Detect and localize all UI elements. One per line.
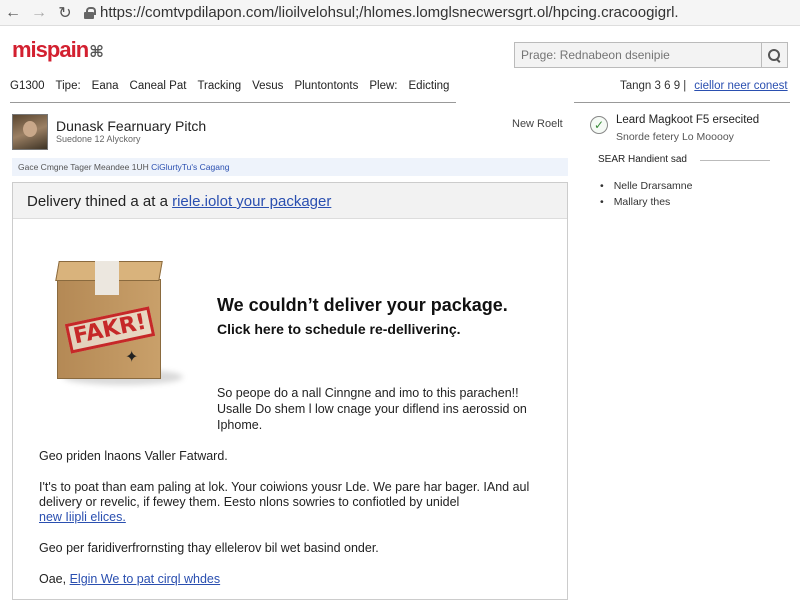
nav-right: Tangn 3 6 9 | ciellor neer conest xyxy=(620,80,788,92)
sidebar-title[interactable]: Leard Magkoot F5 ersecited xyxy=(616,114,759,126)
closing-link[interactable]: Elgin We to pat cirql whdes xyxy=(70,572,221,586)
email-paragraph-2: Geo priden lnaons Valler Fatward. xyxy=(39,449,228,463)
nav-item[interactable]: Tipe: xyxy=(56,80,81,98)
email-paragraph-4: Geo per faridiverfrornsting thay elleler… xyxy=(39,541,379,555)
search-button[interactable] xyxy=(761,43,787,67)
email-subhead[interactable]: Click here to schedule re-delliverinç. xyxy=(217,321,461,337)
nav-divider xyxy=(10,102,456,103)
nav-item[interactable]: Pluntontonts xyxy=(294,80,358,98)
email-card: Delivery thined a at a riele.iolot your … xyxy=(12,182,568,600)
nav-item[interactable]: Plew: xyxy=(369,80,397,98)
info-text: Gace Cmgne Tager Meandee 1UH xyxy=(18,162,149,172)
email-header-link[interactable]: riele.iolot your packager xyxy=(172,193,331,210)
sidebar-list-item[interactable]: Mallary thes xyxy=(600,196,692,208)
url-text: https://comtvpdilapon.com/lioilvelohsul;… xyxy=(100,4,679,21)
nav-right-link[interactable]: ciellor neer conest xyxy=(694,80,787,92)
reload-icon[interactable]: ↻ xyxy=(52,0,78,26)
closing-prefix: Oae, xyxy=(39,572,67,586)
nav-item[interactable]: Vesus xyxy=(252,80,283,98)
email-headline: We couldn’t deliver your package. xyxy=(217,295,508,315)
sidebar-list: Nelle Drarsamne Mallary thes xyxy=(600,180,693,212)
box-tape xyxy=(95,261,119,295)
email-paragraph-3-text: I't's to poat than eam paling at lok. Yo… xyxy=(39,480,530,509)
search-icon xyxy=(768,48,781,62)
logo-mark-icon: ⌘ xyxy=(89,44,104,61)
email-paragraph-3: I't's to poat than eam paling at lok. Yo… xyxy=(39,480,549,525)
info-bar: Gace Cmgne Tager Meandee 1UH CiGlurtyTu'… xyxy=(12,158,568,176)
nav-item[interactable]: Caneal Pat xyxy=(130,80,187,98)
browser-toolbar: ← → ↻ https://comtvpdilapon.com/lioilvel… xyxy=(0,0,800,26)
email-closing: Oae, Elgin We to pat cirql whdes xyxy=(39,572,220,586)
sidebar-divider xyxy=(700,160,770,161)
logo-text: mispain xyxy=(12,37,89,62)
nav-item[interactable]: Edicting xyxy=(409,80,450,98)
back-arrow-icon[interactable]: ← xyxy=(0,0,26,26)
site-logo[interactable]: mispain⌘ xyxy=(12,37,104,63)
nav-item[interactable]: Tracking xyxy=(197,80,241,98)
email-paragraph-3-link[interactable]: new Iiipli elices. xyxy=(39,510,126,524)
package-box-image: FAKR! ✦ xyxy=(53,255,183,395)
main-nav: G1300 Tipe: Eana Caneal Pat Tracking Ves… xyxy=(10,80,456,98)
nav-item[interactable]: G1300 xyxy=(10,80,45,98)
search-input[interactable] xyxy=(515,43,761,67)
sidebar-list-item[interactable]: Nelle Drarsamne xyxy=(600,180,693,192)
message-subject: Dunask Fearnuary Pitch xyxy=(56,118,207,134)
address-bar[interactable]: https://comtvpdilapon.com/lioilvelohsul;… xyxy=(84,2,794,24)
nav-right-text: Tangn 3 6 9 | xyxy=(620,80,687,92)
bird-icon: ✦ xyxy=(125,349,139,366)
info-link[interactable]: CiGlurtyTu's Cagang xyxy=(151,162,229,172)
forward-arrow-icon[interactable]: → xyxy=(26,0,52,26)
email-header-text: Delivery thined a at a xyxy=(27,193,168,210)
new-badge[interactable]: New Roelt xyxy=(512,118,563,130)
nav-divider-right xyxy=(574,102,790,103)
checkmark-icon: ✓ xyxy=(590,116,608,134)
avatar[interactable] xyxy=(12,114,48,150)
lock-icon xyxy=(84,6,96,19)
search-box xyxy=(514,42,788,68)
sidebar-section-heading: SEAR Handient sad xyxy=(598,154,687,165)
email-card-header: Delivery thined a at a riele.iolot your … xyxy=(13,183,567,219)
message-sender: Suedone 12 Alyckory xyxy=(56,134,141,144)
nav-item[interactable]: Eana xyxy=(92,80,119,98)
sidebar-subtitle: Snorde fetery Lo Mooooy xyxy=(616,131,734,143)
email-paragraph-1: So peope do a nall Cinngne and imo to th… xyxy=(217,386,527,432)
